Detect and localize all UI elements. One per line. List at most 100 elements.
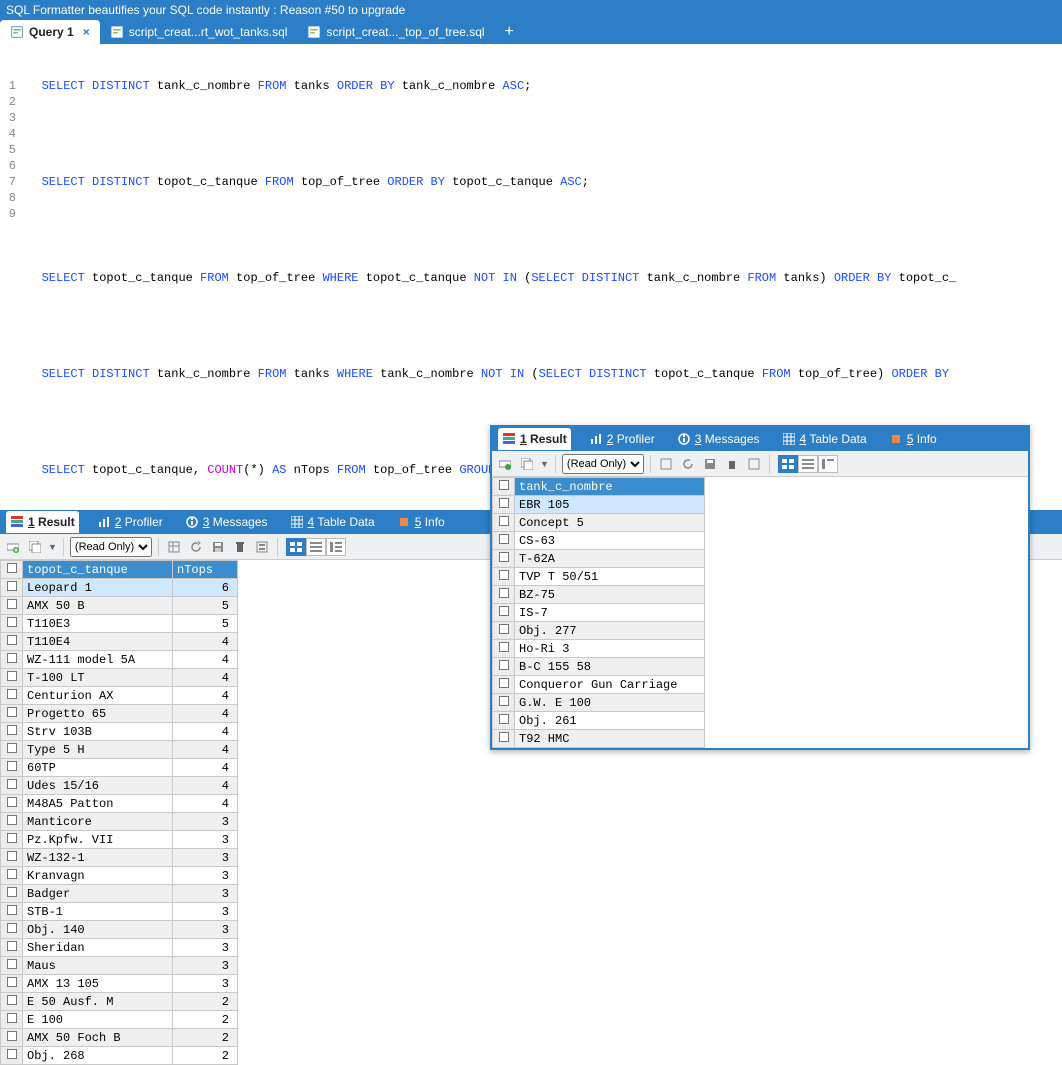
table-row[interactable]: G.W. E 100 — [493, 694, 705, 712]
table-row[interactable]: Obj. 1403 — [1, 921, 238, 939]
cell-tanque[interactable]: AMX 13 105 — [23, 975, 173, 993]
row-checkbox[interactable] — [499, 732, 509, 742]
table-row[interactable]: Concept 5 — [493, 514, 705, 532]
cell-ntops[interactable]: 2 — [173, 993, 238, 1011]
cell-tanque[interactable]: Kranvagn — [23, 867, 173, 885]
view-grid-button[interactable] — [286, 538, 306, 556]
view-grid-button[interactable] — [778, 455, 798, 473]
row-checkbox[interactable] — [7, 833, 17, 843]
dropdown-arrow-icon[interactable]: ▼ — [48, 542, 57, 552]
table-row[interactable]: Strv 103B4 — [1, 723, 238, 741]
cell-ntops[interactable]: 3 — [173, 813, 238, 831]
table-row[interactable]: T110E44 — [1, 633, 238, 651]
dup-row-button[interactable] — [518, 455, 536, 473]
cell-tanque[interactable]: STB-1 — [23, 903, 173, 921]
table-row[interactable]: STB-13 — [1, 903, 238, 921]
cell-ntops[interactable]: 2 — [173, 1011, 238, 1029]
table-row[interactable]: Obj. 277 — [493, 622, 705, 640]
table-row[interactable]: CS-63 — [493, 532, 705, 550]
row-checkbox[interactable] — [7, 743, 17, 753]
cell-ntops[interactable]: 3 — [173, 957, 238, 975]
cell-ntops[interactable]: 4 — [173, 723, 238, 741]
tab-messages-2[interactable]: 3 Messages — [673, 432, 764, 446]
dropdown-arrow-icon[interactable]: ▼ — [540, 459, 549, 469]
row-checkbox[interactable] — [7, 851, 17, 861]
row-checkbox[interactable] — [499, 696, 509, 706]
cell-tanque[interactable]: T110E4 — [23, 633, 173, 651]
cell-tanque[interactable]: T-100 LT — [23, 669, 173, 687]
refresh-button[interactable] — [187, 538, 205, 556]
cell-ntops[interactable]: 5 — [173, 615, 238, 633]
cell-ntops[interactable]: 4 — [173, 687, 238, 705]
cell-nombre[interactable]: T-62A — [515, 550, 705, 568]
table-row[interactable]: Maus3 — [1, 957, 238, 975]
add-row-button[interactable] — [496, 455, 514, 473]
row-checkbox[interactable] — [7, 581, 17, 591]
row-checkbox[interactable] — [499, 606, 509, 616]
row-checkbox[interactable] — [7, 959, 17, 969]
cell-nombre[interactable]: Obj. 261 — [515, 712, 705, 730]
cell-ntops[interactable]: 4 — [173, 795, 238, 813]
table-row[interactable]: Udes 15/164 — [1, 777, 238, 795]
table-row[interactable]: Obj. 2682 — [1, 1047, 238, 1065]
table-row[interactable]: Leopard 16 — [1, 579, 238, 597]
cell-tanque[interactable]: Obj. 268 — [23, 1047, 173, 1065]
row-checkbox[interactable] — [7, 635, 17, 645]
tab-info-2[interactable]: 5 Info — [885, 432, 941, 446]
col-header-ntops[interactable]: nTops — [173, 561, 238, 579]
row-checkbox[interactable] — [7, 617, 17, 627]
cell-nombre[interactable]: TVP T 50/51 — [515, 568, 705, 586]
cell-ntops[interactable]: 4 — [173, 777, 238, 795]
cell-tanque[interactable]: T110E3 — [23, 615, 173, 633]
cell-tanque[interactable]: Type 5 H — [23, 741, 173, 759]
tab-messages[interactable]: 3 Messages — [181, 515, 272, 529]
row-checkbox[interactable] — [7, 707, 17, 717]
table-row[interactable]: Sheridan3 — [1, 939, 238, 957]
cell-ntops[interactable]: 3 — [173, 921, 238, 939]
cell-ntops[interactable]: 3 — [173, 885, 238, 903]
table-row[interactable]: EBR 105 — [493, 496, 705, 514]
table-row[interactable]: E 1002 — [1, 1011, 238, 1029]
grid-export-button[interactable] — [657, 455, 675, 473]
cell-nombre[interactable]: G.W. E 100 — [515, 694, 705, 712]
table-row[interactable]: Progetto 654 — [1, 705, 238, 723]
cell-tanque[interactable]: 60TP — [23, 759, 173, 777]
form-button[interactable] — [253, 538, 271, 556]
cell-nombre[interactable]: CS-63 — [515, 532, 705, 550]
row-checkbox[interactable] — [499, 516, 509, 526]
tab-result[interactable]: 1 Result — [6, 511, 79, 533]
cell-tanque[interactable]: Progetto 65 — [23, 705, 173, 723]
table-row[interactable]: Centurion AX4 — [1, 687, 238, 705]
row-checkbox[interactable] — [499, 570, 509, 580]
row-checkbox[interactable] — [7, 977, 17, 987]
col-header-tanque[interactable]: topot_c_tanque — [23, 561, 173, 579]
row-checkbox[interactable] — [7, 815, 17, 825]
row-checkbox[interactable] — [7, 905, 17, 915]
row-checkbox[interactable] — [499, 642, 509, 652]
cell-tanque[interactable]: Centurion AX — [23, 687, 173, 705]
view-form-button[interactable] — [798, 455, 818, 473]
cell-tanque[interactable]: Badger — [23, 885, 173, 903]
row-checkbox[interactable] — [7, 941, 17, 951]
cell-ntops[interactable]: 2 — [173, 1029, 238, 1047]
readonly-select[interactable]: (Read Only) — [562, 454, 644, 474]
table-row[interactable]: 60TP4 — [1, 759, 238, 777]
table-row[interactable]: WZ-111 model 5A4 — [1, 651, 238, 669]
new-tab-button[interactable]: + — [495, 20, 524, 44]
view-text-button[interactable] — [326, 538, 346, 556]
cell-ntops[interactable]: 4 — [173, 741, 238, 759]
cell-nombre[interactable]: IS-7 — [515, 604, 705, 622]
cell-nombre[interactable]: Ho-Ri 3 — [515, 640, 705, 658]
table-row[interactable]: Badger3 — [1, 885, 238, 903]
row-checkbox[interactable] — [7, 761, 17, 771]
cell-tanque[interactable]: E 50 Ausf. M — [23, 993, 173, 1011]
tab-tabledata-2[interactable]: 4 Table Data — [778, 432, 871, 446]
row-checkbox[interactable] — [499, 552, 509, 562]
add-row-button[interactable] — [4, 538, 22, 556]
cell-tanque[interactable]: Maus — [23, 957, 173, 975]
cell-nombre[interactable]: Concept 5 — [515, 514, 705, 532]
row-checkbox[interactable] — [7, 923, 17, 933]
save-button[interactable] — [209, 538, 227, 556]
select-all-checkbox[interactable] — [499, 480, 509, 490]
cell-ntops[interactable]: 4 — [173, 705, 238, 723]
